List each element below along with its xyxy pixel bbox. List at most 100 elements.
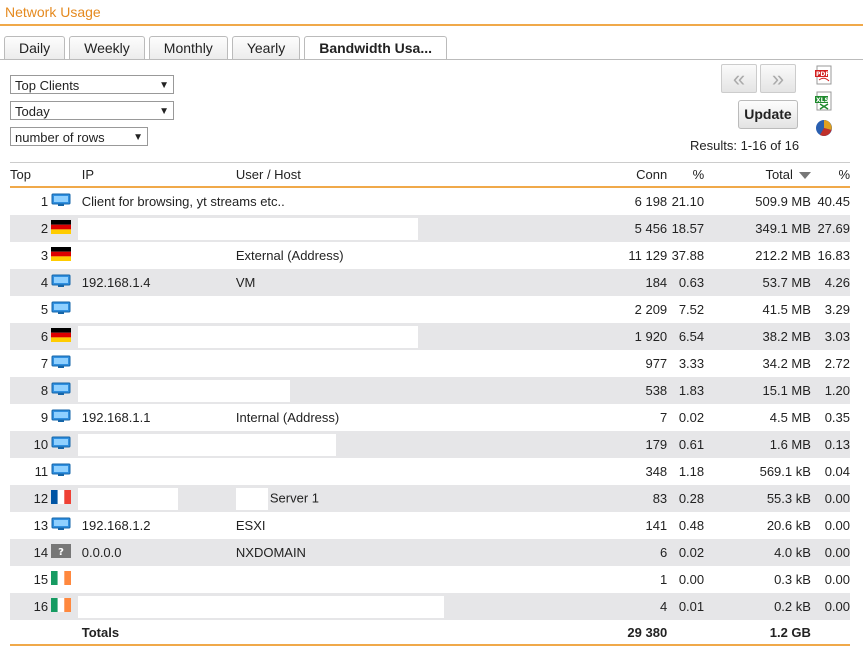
unknown-host-icon: ? bbox=[51, 544, 72, 561]
col-ip[interactable]: IP bbox=[77, 162, 236, 188]
table-row[interactable]: 3 External (Address) 11 129 37.88 212.2 MB 16… bbox=[10, 242, 850, 269]
row-total: 0.3 kB bbox=[774, 572, 811, 587]
pdf-export-icon[interactable]: PDF bbox=[814, 65, 834, 85]
row-conn-pct: 0.00 bbox=[678, 572, 705, 587]
chart-icon[interactable] bbox=[814, 118, 834, 138]
row-icon-cell bbox=[51, 377, 78, 404]
row-ip[interactable] bbox=[77, 215, 418, 242]
row-total: 4.0 kB bbox=[704, 539, 811, 566]
computer-icon bbox=[51, 193, 71, 210]
row-total-pct: 0.04 bbox=[824, 464, 850, 479]
row-user-host[interactable]: Internal (Address) bbox=[236, 404, 544, 431]
table-row[interactable]: 12 Server 1 83 0.28 55.3 kB 0.00 bbox=[10, 485, 850, 512]
tab-yearly[interactable]: Yearly bbox=[231, 36, 301, 59]
row-conn-pct: 0.02 bbox=[667, 539, 705, 566]
flag-ireland-icon bbox=[51, 571, 72, 588]
table-row[interactable]: 1 Client for browsing, yt streams etc.. 6 … bbox=[10, 187, 850, 215]
row-ip[interactable]: 192.168.1.2 bbox=[78, 512, 236, 539]
row-ip[interactable] bbox=[77, 296, 323, 323]
tab-monthly[interactable]: Monthly bbox=[148, 36, 228, 59]
row-rank: 3 bbox=[40, 248, 49, 263]
row-ip[interactable]: Client for browsing, yt streams etc.. bbox=[77, 187, 308, 215]
row-total-pct: 40.45 bbox=[817, 194, 850, 209]
row-icon-cell bbox=[51, 566, 78, 593]
row-total: 1.6 MB bbox=[704, 431, 811, 458]
prev-page-button[interactable]: « bbox=[721, 64, 757, 93]
table-row[interactable]: 15 1 0.00 0.3 kB 0.00 bbox=[10, 566, 850, 593]
col-total[interactable]: Total bbox=[704, 162, 811, 188]
totals-row: Totals 29 380 1.2 GB bbox=[10, 620, 850, 646]
row-ip[interactable]: 0.0.0.0 bbox=[77, 539, 236, 566]
row-user-host[interactable]: NXDOMAIN bbox=[235, 539, 544, 566]
row-conn-pct: 1.18 bbox=[678, 464, 705, 479]
table-row[interactable]: 13 192.168.1.2 ESXI 141 0.48 20.6 kB 0.00 bbox=[10, 512, 850, 539]
row-ip[interactable] bbox=[77, 242, 236, 269]
row-rank: 5 bbox=[40, 302, 49, 317]
rows-select[interactable]: number of rows ▼ bbox=[10, 127, 148, 146]
results-count: Results: 1-16 of 16 bbox=[690, 138, 800, 153]
row-total-pct: 0.00 bbox=[824, 572, 850, 587]
row-ip[interactable] bbox=[77, 593, 444, 620]
row-total: 34.2 MB bbox=[762, 356, 811, 371]
row-rank: 14 bbox=[10, 539, 52, 566]
period-select[interactable]: Today ▼ bbox=[10, 101, 174, 120]
row-icon-cell bbox=[51, 458, 78, 485]
update-button[interactable]: Update bbox=[738, 100, 798, 129]
row-ip[interactable] bbox=[77, 350, 288, 377]
col-conn-pct[interactable]: % bbox=[667, 162, 705, 188]
row-ip[interactable] bbox=[77, 485, 236, 512]
tab-bandwidth-usage[interactable]: Bandwidth Usa... bbox=[304, 36, 448, 60]
table-row[interactable]: 2 5 456 18.57 349.1 MB 27.69 bbox=[10, 215, 850, 242]
row-ip[interactable]: 192.168.1.1 bbox=[78, 404, 236, 431]
table-row[interactable]: 8 538 1.83 15.1 MB 1.20 bbox=[10, 377, 850, 404]
row-user-host[interactable]: ESXI bbox=[236, 512, 544, 539]
row-ip[interactable] bbox=[77, 431, 336, 458]
row-user-host[interactable]: Server 1 bbox=[235, 485, 544, 512]
row-total-pct: 16.83 bbox=[817, 248, 850, 263]
row-ip[interactable] bbox=[77, 377, 290, 404]
table-row[interactable]: 10 179 0.61 1.6 MB 0.13 bbox=[10, 431, 850, 458]
row-total: 53.7 MB bbox=[704, 269, 811, 296]
row-ip[interactable]: 192.168.1.4 bbox=[77, 269, 236, 296]
table-row[interactable]: 5 2 209 7.52 41.5 MB 3.29 bbox=[10, 296, 850, 323]
col-flag bbox=[51, 162, 78, 188]
row-conn: 141 bbox=[645, 518, 668, 533]
redacted-ip bbox=[77, 461, 326, 483]
col-total-pct[interactable]: % bbox=[810, 162, 850, 188]
tab-weekly[interactable]: Weekly bbox=[69, 36, 145, 59]
row-conn-pct: 21.10 bbox=[671, 194, 705, 209]
chevron-down-icon: ▼ bbox=[159, 80, 169, 91]
row-user-host[interactable]: External (Address) bbox=[236, 242, 544, 269]
row-ip[interactable] bbox=[77, 323, 418, 350]
table-row[interactable]: 6 1 920 6.54 38.2 MB 3.03 bbox=[10, 323, 850, 350]
row-rank: 16 bbox=[10, 593, 52, 620]
col-top[interactable]: Top bbox=[10, 162, 52, 188]
row-ip-text: 192.168.1.1 bbox=[81, 410, 151, 425]
row-conn-pct: 0.02 bbox=[678, 410, 705, 425]
col-conn[interactable]: Conn bbox=[543, 162, 668, 188]
report-select[interactable]: Top Clients ▼ bbox=[10, 75, 174, 94]
xls-export-icon[interactable]: XLS bbox=[814, 91, 834, 111]
tab-daily[interactable]: Daily bbox=[4, 36, 66, 59]
next-page-button[interactable]: » bbox=[760, 64, 796, 93]
row-ip[interactable] bbox=[77, 566, 446, 593]
sort-desc-icon bbox=[798, 172, 811, 180]
row-user-host[interactable]: VM bbox=[235, 269, 544, 296]
redacted-ip bbox=[77, 299, 323, 321]
row-icon-cell bbox=[51, 323, 78, 350]
col-user-host[interactable]: User / Host bbox=[235, 162, 544, 188]
row-total-pct: 0.35 bbox=[824, 410, 850, 425]
row-rank: 12 bbox=[10, 485, 52, 512]
table-row[interactable]: 16 4 0.01 0.2 kB 0.00 bbox=[10, 593, 850, 620]
row-conn: 977 bbox=[645, 356, 668, 371]
row-icon-cell bbox=[51, 242, 78, 269]
row-ip[interactable] bbox=[77, 458, 326, 485]
row-conn-pct: 7.52 bbox=[678, 302, 705, 317]
row-total-pct: 0.00 bbox=[824, 518, 850, 533]
table-row[interactable]: 7 977 3.33 34.2 MB 2.72 bbox=[10, 350, 850, 377]
row-conn: 4 bbox=[543, 593, 668, 620]
table-row[interactable]: 4 192.168.1.4 VM 184 0.63 53.7 MB 4.26 bbox=[10, 269, 850, 296]
table-row[interactable]: 11 348 1.18 569.1 kB 0.04 bbox=[10, 458, 850, 485]
table-row[interactable]: 14? 0.0.0.0 NXDOMAIN 6 0.02 4.0 kB 0.00 bbox=[10, 539, 850, 566]
table-row[interactable]: 9 192.168.1.1 Internal (Address) 7 0.02 4.5 M… bbox=[10, 404, 850, 431]
